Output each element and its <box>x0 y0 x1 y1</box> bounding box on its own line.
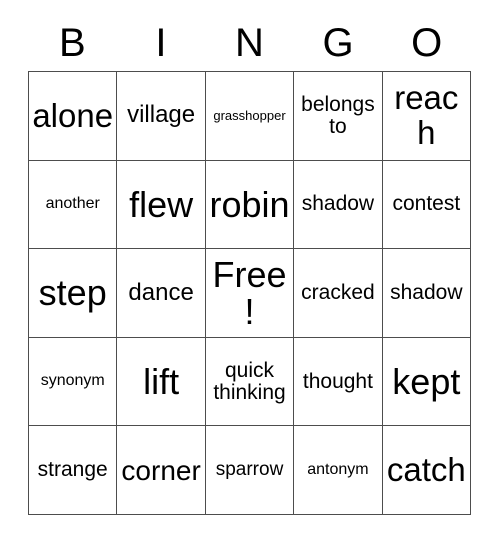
bingo-cell-free-space[interactable]: Free! <box>205 249 295 338</box>
bingo-cell-label: another <box>45 195 100 213</box>
bingo-cell-n1[interactable]: grasshopper <box>205 72 295 161</box>
bingo-cell-label: contest <box>392 192 461 216</box>
bingo-cell-label: corner <box>121 454 201 486</box>
bingo-header: B I N G O <box>28 16 471 70</box>
header-letter-label: N <box>235 21 264 65</box>
bingo-cell-label: shadow <box>390 281 463 305</box>
bingo-cell-label: antonym <box>307 460 369 478</box>
bingo-cell-label: reach <box>394 79 459 151</box>
header-letter-label: I <box>155 21 167 65</box>
bingo-cell-o3[interactable]: shadow <box>382 249 472 338</box>
bingo-cell-label: thought <box>302 369 373 393</box>
bingo-cell-b4[interactable]: synonym <box>29 337 118 427</box>
bingo-cell-label: dance <box>128 278 194 306</box>
bingo-cell-i4[interactable]: lift <box>117 337 206 427</box>
header-letter-label: G <box>322 21 354 65</box>
header-letter-o: O <box>382 16 471 70</box>
bingo-cell-g2[interactable]: shadow <box>294 160 383 250</box>
bingo-cell-b2[interactable]: another <box>29 160 118 250</box>
bingo-cell-b3[interactable]: step <box>29 249 118 338</box>
bingo-cell-label: catch <box>386 451 466 489</box>
bingo-cell-i1[interactable]: village <box>117 72 206 161</box>
bingo-cell-n4[interactable]: quick thinking <box>205 337 295 427</box>
bingo-cell-o5[interactable]: catch <box>382 426 472 515</box>
bingo-row: alone village grasshopper belongs to rea… <box>29 72 472 161</box>
bingo-cell-label: village <box>127 101 196 129</box>
bingo-cell-label: flew <box>129 183 194 225</box>
bingo-cell-g3[interactable]: cracked <box>294 249 383 338</box>
bingo-cell-label: quick thinking <box>213 358 286 404</box>
bingo-cell-n5[interactable]: sparrow <box>205 426 295 515</box>
bingo-cell-g5[interactable]: antonym <box>294 426 383 515</box>
bingo-cell-i5[interactable]: corner <box>117 426 206 515</box>
header-letter-label: O <box>411 21 443 65</box>
bingo-cell-o2[interactable]: contest <box>382 160 472 250</box>
bingo-cell-label: alone <box>32 96 114 134</box>
bingo-cell-g4[interactable]: thought <box>294 337 383 427</box>
bingo-cell-b1[interactable]: alone <box>29 72 118 161</box>
bingo-cell-label: shadow <box>301 192 375 216</box>
bingo-row: step dance Free! cracked shadow <box>29 249 472 338</box>
bingo-card: B I N G O alone village grasshopper belo… <box>0 0 500 544</box>
bingo-cell-o4[interactable]: kept <box>382 337 472 427</box>
header-letter-b: B <box>28 16 117 70</box>
bingo-row: strange corner sparrow antonym catch <box>29 426 472 515</box>
bingo-grid: alone village grasshopper belongs to rea… <box>28 71 472 515</box>
bingo-cell-n2[interactable]: robin <box>205 160 295 250</box>
free-space-label: Free! <box>212 253 287 332</box>
bingo-cell-label: grasshopper <box>213 108 286 124</box>
bingo-cell-label: sparrow <box>215 459 284 481</box>
header-letter-label: B <box>58 21 86 65</box>
bingo-cell-label: kept <box>392 360 461 402</box>
bingo-cell-label: lift <box>143 360 180 402</box>
header-letter-g: G <box>294 16 383 70</box>
bingo-cell-i2[interactable]: flew <box>117 160 206 250</box>
bingo-cell-g1[interactable]: belongs to <box>294 72 383 161</box>
header-letter-i: I <box>117 16 206 70</box>
bingo-cell-i3[interactable]: dance <box>117 249 206 338</box>
bingo-cell-label: strange <box>37 458 108 482</box>
bingo-cell-label: cracked <box>301 281 375 305</box>
bingo-cell-label: step <box>38 272 107 314</box>
bingo-cell-b5[interactable]: strange <box>29 426 118 515</box>
bingo-row: another flew robin shadow contest <box>29 160 472 250</box>
bingo-cell-label: synonym <box>40 372 105 390</box>
bingo-cell-label: belongs to <box>301 92 375 138</box>
header-letter-n: N <box>205 16 294 70</box>
bingo-cell-o1[interactable]: reach <box>382 72 472 161</box>
bingo-cell-label: robin <box>209 183 290 225</box>
bingo-row: synonym lift quick thinking thought kept <box>29 337 472 427</box>
